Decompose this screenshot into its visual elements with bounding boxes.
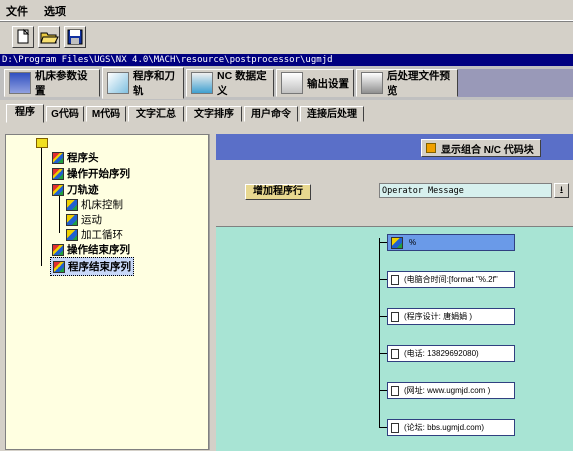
button-label: 显示组合 N/C 代码块 <box>441 144 534 156</box>
subtab-program[interactable]: 程序 <box>6 104 44 123</box>
connector-line <box>379 353 387 354</box>
subtab-link-post[interactable]: 连接后处理 <box>300 106 364 122</box>
block-canvas <box>216 226 573 451</box>
nc-block[interactable]: (电脑合时间:[format "%.2f" <box>387 271 515 288</box>
nc-block[interactable]: (电话: 13829692080) <box>387 345 515 362</box>
connector-line <box>379 279 387 280</box>
tab-label: 机床参数设置 <box>35 70 88 97</box>
node-label: 加工循环 <box>81 229 123 241</box>
add-program-line-button[interactable]: 增加程序行 <box>245 184 311 200</box>
block-text: (程序设计: 唐娟娟 ) <box>404 312 472 321</box>
tree-node-toolpath[interactable]: 刀轨迹 <box>52 182 99 197</box>
document-icon <box>391 422 399 433</box>
tab-nc-data[interactable]: NC 数据定义 <box>186 69 274 97</box>
nc-block[interactable]: (程序设计: 唐娟娟 ) <box>387 308 515 325</box>
subtab-gcode[interactable]: G代码 <box>46 106 84 122</box>
block-icon <box>52 243 64 256</box>
tab-label: NC 数据定义 <box>217 70 267 97</box>
subtab-word-summary[interactable]: 文字汇总 <box>128 106 184 122</box>
tree-node-machine-control[interactable]: 机床控制 <box>66 197 123 212</box>
connector-line <box>379 390 387 391</box>
display-combined-nc-button[interactable]: 显示组合 N/C 代码块 <box>421 139 541 157</box>
tab-program-toolpath[interactable]: 程序和刀轨 <box>102 67 184 99</box>
subtab-user-commands[interactable]: 用户命令 <box>244 106 298 122</box>
document-icon <box>391 274 399 285</box>
block-text: % <box>409 238 417 247</box>
block-icon <box>66 198 78 211</box>
tab-label: 后处理文件预览 <box>387 70 450 97</box>
document-icon <box>391 311 399 322</box>
menu-file[interactable]: 文件 <box>6 3 28 19</box>
tree-node-op-start[interactable]: 操作开始序列 <box>52 166 130 181</box>
new-file-icon[interactable] <box>12 26 34 48</box>
block-icon <box>66 213 78 226</box>
open-folder-icon[interactable] <box>38 26 60 48</box>
machine-tool-icon <box>9 72 31 94</box>
toolpath-icon <box>107 72 129 94</box>
tab-strip-fill <box>458 69 573 97</box>
connector-line <box>379 238 380 428</box>
tree-node-cycle[interactable]: 加工循环 <box>66 227 123 242</box>
file-path-bar: D:\Program Files\UGS\NX 4.0\MACH\resourc… <box>0 54 573 66</box>
block-text: (论坛: bbs.ugmjd.com) <box>404 423 485 432</box>
node-label: 机床控制 <box>81 199 123 211</box>
save-icon[interactable] <box>64 26 86 48</box>
folder-icon <box>36 138 48 148</box>
tab-machine-params[interactable]: 机床参数设置 <box>4 69 100 97</box>
nc-block[interactable]: % <box>387 234 515 251</box>
tree-line <box>41 146 42 266</box>
block-icon <box>52 167 64 180</box>
subtab-word-sort[interactable]: 文字排序 <box>186 106 242 122</box>
toolbar <box>0 21 573 55</box>
block-icon <box>391 236 403 249</box>
node-label: 运动 <box>81 214 102 226</box>
tab-output-settings[interactable]: 输出设置 <box>276 69 354 97</box>
document-icon <box>391 348 399 359</box>
block-text: (电话: 13829692080) <box>404 349 479 358</box>
node-label: 程序头 <box>67 152 99 164</box>
program-tree <box>5 134 209 450</box>
tree-node-program-start[interactable]: 程序头 <box>52 150 99 165</box>
block-icon <box>52 183 64 196</box>
printer-icon <box>361 72 383 94</box>
node-label: 操作开始序列 <box>67 168 130 180</box>
block-type-select[interactable]: Operator Message <box>379 183 552 198</box>
nc-block[interactable]: (网址: www.ugmjd.com ) <box>387 382 515 399</box>
tree-root[interactable] <box>36 138 48 148</box>
tree-line <box>59 193 60 233</box>
dropdown-arrow-icon[interactable]: ⭳ <box>554 183 569 198</box>
block-icon <box>52 151 64 164</box>
menu-options[interactable]: 选项 <box>44 3 66 19</box>
node-label: 刀轨迹 <box>67 184 99 196</box>
tree-node-motion[interactable]: 运动 <box>66 212 102 227</box>
connector-line <box>379 316 387 317</box>
nc-data-icon <box>191 72 213 94</box>
block-text: (网址: www.ugmjd.com ) <box>404 386 491 395</box>
tab-label: 输出设置 <box>307 77 349 90</box>
menu-bar: 文件 选项 <box>0 0 573 21</box>
connector-line <box>379 242 387 243</box>
subtab-mcode[interactable]: M代码 <box>86 106 126 122</box>
checkbox-icon <box>426 143 436 153</box>
output-icon <box>281 72 303 94</box>
nc-block[interactable]: (论坛: bbs.ugmjd.com) <box>387 419 515 436</box>
node-label: 程序结束序列 <box>68 261 131 273</box>
node-label: 操作结束序列 <box>67 244 130 256</box>
connector-line <box>379 427 387 428</box>
block-icon <box>53 260 65 273</box>
block-text: (电脑合时间:[format "%.2f" <box>404 275 498 284</box>
block-icon <box>66 228 78 241</box>
document-icon <box>391 385 399 396</box>
tree-node-op-end[interactable]: 操作结束序列 <box>52 242 130 257</box>
tab-post-preview[interactable]: 后处理文件预览 <box>356 69 458 97</box>
tree-node-program-end[interactable]: 程序结束序列 <box>50 257 134 276</box>
tab-label: 程序和刀轨 <box>133 70 175 97</box>
